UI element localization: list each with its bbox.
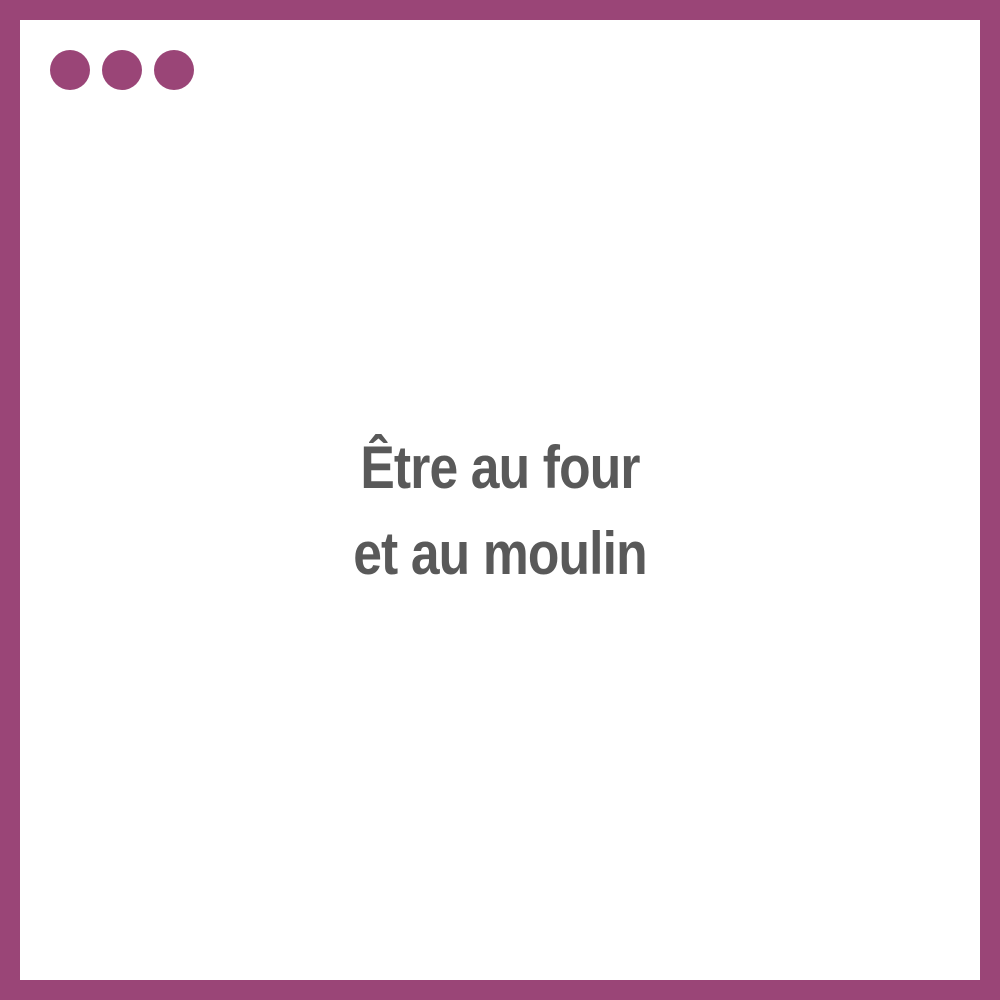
control-dot-2-icon[interactable] — [102, 50, 142, 90]
title-line-2: et au moulin — [353, 520, 647, 587]
window-frame: Être au four et au moulin — [0, 0, 1000, 1000]
window-controls — [50, 50, 194, 90]
title-line-1: Être au four — [360, 434, 640, 501]
control-dot-3-icon[interactable] — [154, 50, 194, 90]
control-dot-1-icon[interactable] — [50, 50, 90, 90]
window-content: Être au four et au moulin — [20, 20, 980, 980]
main-title: Être au four et au moulin — [87, 425, 913, 597]
